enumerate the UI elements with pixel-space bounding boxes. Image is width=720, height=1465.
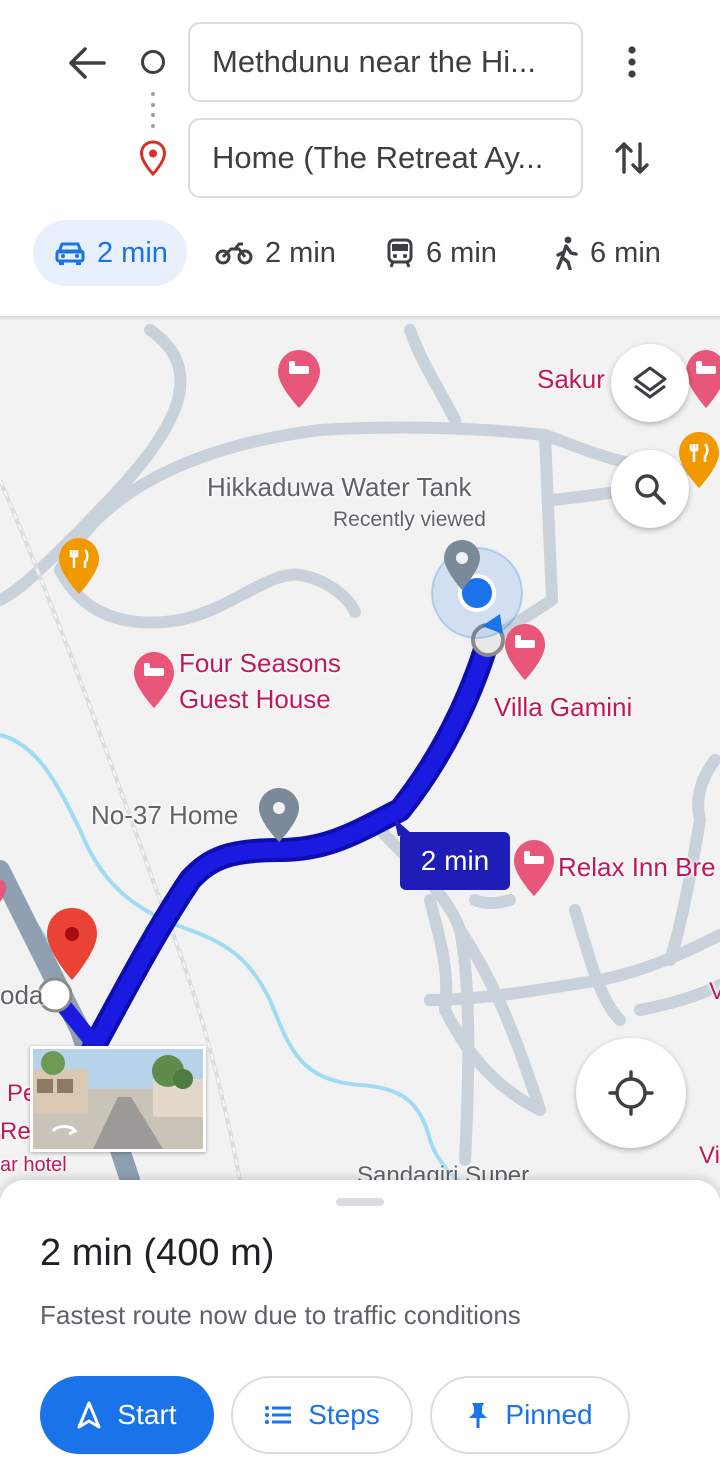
steps-button[interactable]: Steps <box>231 1376 413 1454</box>
motorbike-icon <box>215 241 253 265</box>
destination-pin-icon <box>139 140 167 176</box>
destination-input[interactable]: Home (The Retreat Ay... <box>188 118 583 198</box>
street-view-thumbnail[interactable] <box>30 1046 206 1152</box>
my-location-button[interactable] <box>576 1038 686 1148</box>
place-label-relax-inn[interactable]: Relax Inn Bre <box>558 852 716 883</box>
badge-pointer-icon <box>394 818 412 836</box>
swap-vert-icon <box>615 142 649 174</box>
recently-viewed-label: Recently viewed <box>333 508 486 531</box>
mode-walk-time: 6 min <box>590 236 661 269</box>
search-icon <box>635 474 666 505</box>
navigation-arrow-icon <box>77 1401 101 1429</box>
travel-mode-bar: 2 min 2 min 6 min 6 min <box>0 220 720 286</box>
pinned-button[interactable]: Pinned <box>430 1376 630 1454</box>
layers-button[interactable] <box>611 344 689 422</box>
pin-icon <box>467 1401 489 1429</box>
route-time-badge[interactable]: 2 min <box>400 832 510 890</box>
place-label-no37-home[interactable]: No-37 Home <box>91 800 238 831</box>
crosshair-icon <box>608 1070 654 1116</box>
swap-directions-button[interactable] <box>606 132 658 184</box>
more-options-button[interactable] <box>612 36 652 88</box>
arrow-back-icon <box>69 47 106 79</box>
mode-drive-tab[interactable]: 2 min <box>33 220 187 286</box>
place-label-four-seasons[interactable]: Four Seasons <box>179 648 341 679</box>
place-label-oda[interactable]: oda <box>0 980 43 1011</box>
mode-motorbike-tab[interactable]: 2 min <box>215 220 355 286</box>
back-button[interactable] <box>62 40 112 86</box>
steps-button-label: Steps <box>308 1399 380 1430</box>
origin-circle-icon <box>141 50 165 74</box>
more-vert-icon <box>628 46 636 78</box>
car-icon <box>55 240 85 266</box>
place-label-v[interactable]: V <box>709 978 720 1006</box>
origin-input[interactable]: Methdunu near the Hi... <box>188 22 583 102</box>
route-summary: 2 min (400 m) <box>40 1232 275 1274</box>
list-icon <box>264 1405 292 1425</box>
route-dots-icon <box>151 92 155 128</box>
bus-icon <box>386 238 414 268</box>
place-label-sakura[interactable]: Sakur <box>537 364 605 395</box>
place-label-vi[interactable]: Vi <box>699 1142 720 1170</box>
start-button[interactable]: Start <box>40 1376 214 1454</box>
place-label-guest-house[interactable]: Guest House <box>179 684 331 715</box>
route-description: Fastest route now due to traffic conditi… <box>40 1300 521 1330</box>
walk-icon <box>554 236 578 270</box>
pinned-button-label: Pinned <box>505 1399 593 1430</box>
place-label-ar-hotel[interactable]: ar hotel <box>0 1154 67 1177</box>
search-along-route-button[interactable] <box>611 450 689 528</box>
mode-motorbike-time: 2 min <box>265 236 336 269</box>
sheet-drag-handle[interactable] <box>336 1198 384 1206</box>
start-button-label: Start <box>117 1399 177 1430</box>
mode-transit-tab[interactable]: 6 min <box>386 220 526 286</box>
route-summary-sheet: 2 min (400 m) Fastest route now due to t… <box>0 1180 720 1465</box>
mode-drive-time: 2 min <box>97 236 168 269</box>
street-view-image <box>33 1049 203 1149</box>
place-label-water-tank[interactable]: Hikkaduwa Water Tank <box>207 472 471 503</box>
layers-icon <box>633 366 667 399</box>
mode-walk-tab[interactable]: 6 min <box>554 220 694 286</box>
mode-transit-time: 6 min <box>426 236 497 269</box>
header-divider <box>0 316 720 321</box>
directions-header: Methdunu near the Hi... Home (The Retrea… <box>0 0 720 318</box>
place-label-villa-gamini[interactable]: Villa Gamini <box>494 692 632 723</box>
